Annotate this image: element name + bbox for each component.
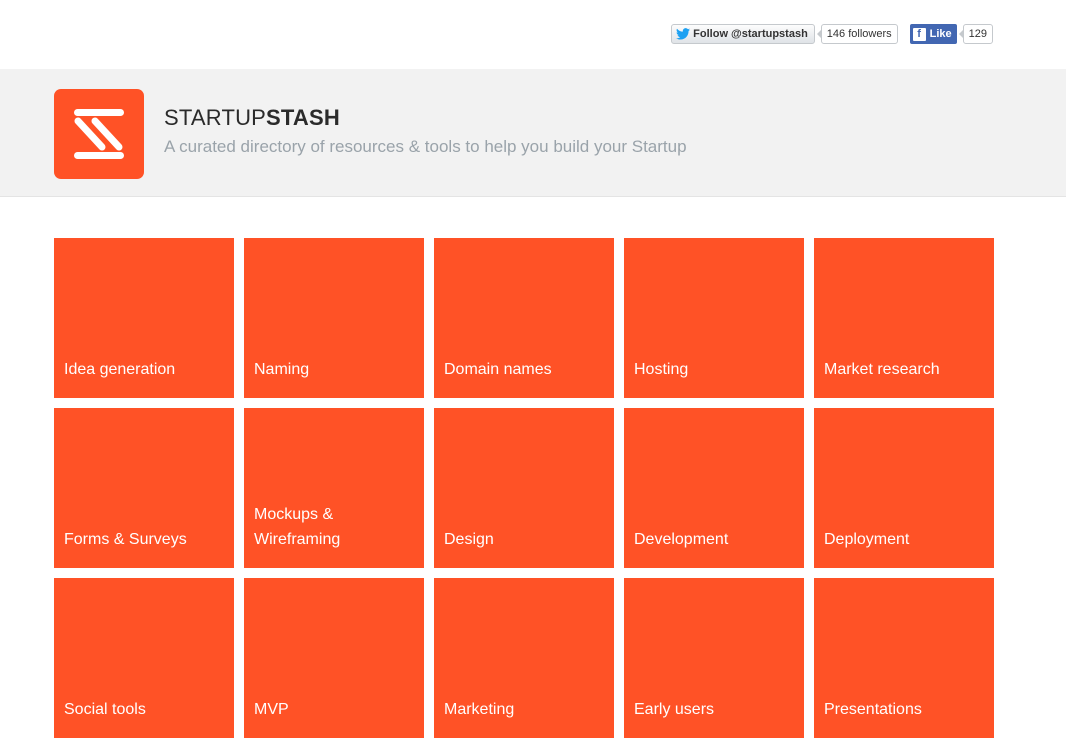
brand-name-bold: STASH: [266, 105, 340, 130]
category-tile[interactable]: Hosting: [624, 238, 804, 398]
brand-name[interactable]: STARTUPSTASH: [164, 105, 340, 131]
category-grid: Idea generation Naming Domain names Hosting…: [54, 238, 994, 738]
facebook-like-count[interactable]: 129: [958, 24, 993, 44]
category-tile-label: Deployment: [824, 531, 910, 548]
category-tile-label: Marketing: [444, 701, 515, 718]
category-tile[interactable]: Social tools: [54, 578, 234, 738]
category-tile-label: Idea generation: [64, 361, 176, 378]
category-tile-label: Market research: [824, 361, 940, 378]
brand-name-regular: STARTUP: [164, 105, 267, 130]
category-tile[interactable]: Deployment: [814, 408, 994, 568]
category-tile-label: Early users: [634, 701, 715, 718]
category-tile-label: Presentations: [824, 701, 922, 718]
category-tile[interactable]: Marketing: [434, 578, 614, 738]
facebook-like-button[interactable]: f Like: [909, 24, 957, 44]
category-tile[interactable]: Development: [624, 408, 804, 568]
category-tile[interactable]: Early users: [624, 578, 804, 738]
twitter-bird-icon: [676, 28, 691, 40]
tagline: A curated directory of resources & tools…: [164, 137, 687, 156]
stash-logo-icon[interactable]: [54, 89, 144, 179]
facebook-like-label: Like: [929, 28, 952, 40]
twitter-followers-count[interactable]: 146 followers: [816, 24, 898, 44]
category-tile[interactable]: Presentations: [814, 578, 994, 738]
category-tile[interactable]: MVP: [244, 578, 424, 738]
site-header: STARTUPSTASH A curated directory of reso…: [0, 69, 1066, 197]
category-tile-label: Hosting: [634, 361, 689, 378]
facebook-icon: f: [912, 27, 926, 41]
category-tile[interactable]: Naming: [244, 238, 424, 398]
category-tile[interactable]: Domain names: [434, 238, 614, 398]
category-tile-label: Mockups & Wireframing: [254, 506, 341, 548]
logo-mark: [74, 109, 124, 159]
twitter-follow-label: Follow @startupstash: [693, 28, 808, 40]
category-tile-label: Social tools: [64, 701, 146, 718]
category-tile-label: Forms & Surveys: [64, 531, 187, 548]
category-tile[interactable]: Idea generation: [54, 238, 234, 398]
category-tile[interactable]: Mockups & Wireframing: [244, 408, 424, 568]
category-tile-label: Design: [444, 531, 494, 548]
social-buttons: Follow @startupstash 146 followers f Lik…: [671, 24, 993, 44]
category-tile[interactable]: Market research: [814, 238, 994, 398]
top-bar: Follow @startupstash 146 followers f Lik…: [0, 0, 1066, 69]
twitter-follow-button[interactable]: Follow @startupstash: [671, 24, 815, 44]
category-tile-label: Naming: [254, 361, 310, 378]
category-tile-label: Development: [634, 531, 729, 548]
category-tile[interactable]: Design: [434, 408, 614, 568]
category-tile-label: MVP: [254, 701, 289, 718]
category-tile[interactable]: Forms & Surveys: [54, 408, 234, 568]
category-tile-label: Domain names: [444, 361, 552, 378]
